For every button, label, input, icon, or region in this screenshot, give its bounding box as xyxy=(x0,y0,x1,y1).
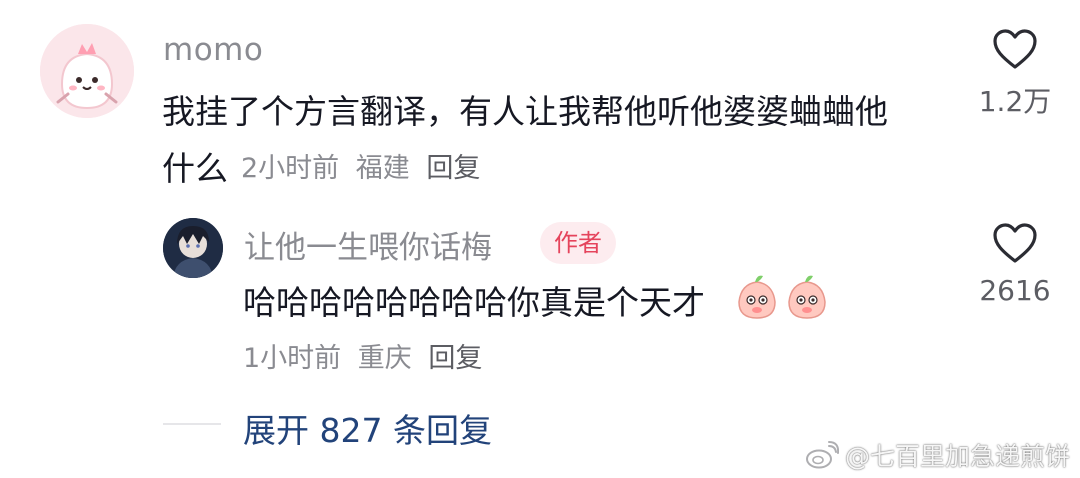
author-badge: 作者 xyxy=(540,222,616,264)
reply-button[interactable]: 回复 xyxy=(428,343,482,374)
reply-item: 让他一生喂你话梅 作者 哈哈哈哈哈哈哈哈你真是个天才 1小时前 重庆 回复 26… xyxy=(0,200,1080,400)
expand-replies-link[interactable]: 展开 827 条回复 xyxy=(243,404,492,452)
anime-character-avatar-icon xyxy=(163,218,223,278)
like-button[interactable]: 1.2万 xyxy=(970,28,1060,120)
reply-meta: 1小时前 重庆 回复 xyxy=(243,336,482,375)
comment-item: momo 我挂了个方言翻译，有人让我帮他听他婆婆蛐蛐他 什么 2小时前 福建 回… xyxy=(0,0,1080,200)
watermark: @七百里加急递煎饼 xyxy=(805,437,1070,473)
like-count: 2616 xyxy=(979,274,1051,307)
peach-face-emoji-icon xyxy=(738,275,826,319)
comment-location: 福建 xyxy=(355,153,410,184)
user-avatar[interactable] xyxy=(163,218,223,278)
reply-time: 1小时前 xyxy=(243,343,342,374)
comment-time: 2小时前 xyxy=(241,153,340,184)
heart-outline-icon xyxy=(993,223,1037,263)
reply-button[interactable]: 回复 xyxy=(426,153,480,184)
reply-username[interactable]: 让他一生喂你话梅 xyxy=(244,222,492,267)
pink-monster-avatar-icon xyxy=(40,24,134,118)
comment-text-continued: 什么 xyxy=(162,149,228,188)
watermark-text: @七百里加急递煎饼 xyxy=(844,442,1070,471)
peach-face-emoji-pair xyxy=(733,272,833,322)
reply-location: 重庆 xyxy=(357,343,412,374)
user-avatar[interactable] xyxy=(40,24,134,118)
heart-outline-icon xyxy=(993,29,1037,69)
replies-divider xyxy=(163,423,221,425)
comment-text: 我挂了个方言翻译，有人让我帮他听他婆婆蛐蛐他 xyxy=(162,92,888,131)
reply-text: 哈哈哈哈哈哈哈哈你真是个天才 xyxy=(243,283,705,322)
comment-meta: 2小时前 福建 回复 xyxy=(241,146,480,185)
comment-username[interactable]: momo xyxy=(163,32,263,68)
like-button[interactable]: 2616 xyxy=(975,222,1055,307)
weibo-logo-icon xyxy=(805,441,839,469)
like-count: 1.2万 xyxy=(978,85,1052,118)
